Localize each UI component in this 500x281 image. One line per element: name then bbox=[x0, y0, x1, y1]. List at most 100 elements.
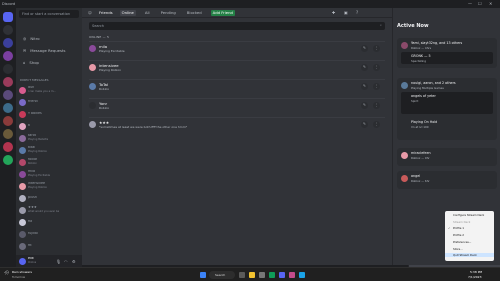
maximize-button[interactable]: ☐ bbox=[478, 1, 482, 6]
menu-item[interactable]: Configure Stream Deck bbox=[453, 213, 484, 217]
menu-item[interactable]: Store... bbox=[453, 247, 463, 251]
dm-item[interactable]: tidal Playing Roblox bbox=[19, 144, 79, 156]
dm-item[interactable]: fujikai bbox=[19, 228, 79, 240]
browser-icon[interactable] bbox=[269, 272, 275, 278]
friend-name: ToTal bbox=[99, 81, 109, 87]
message-icon[interactable]: ✎ bbox=[361, 102, 368, 109]
dm-item[interactable]: ti bbox=[19, 120, 79, 132]
dm-item[interactable]: duh i can make you a m... bbox=[19, 84, 79, 96]
server-icon[interactable] bbox=[3, 155, 13, 165]
message-icon[interactable]: ✎ bbox=[361, 45, 368, 52]
menu-item[interactable]: Stream Deck bbox=[453, 220, 470, 224]
avatar bbox=[19, 194, 26, 202]
server-icon[interactable] bbox=[3, 77, 13, 87]
dm-name: fujikai bbox=[28, 232, 38, 236]
app-icon[interactable] bbox=[299, 272, 305, 278]
dm-item[interactable]: intensivee Playing Roblox bbox=[19, 180, 79, 192]
home-icon[interactable] bbox=[3, 12, 13, 22]
more-options-icon[interactable]: ⋮ bbox=[373, 83, 380, 90]
avatar bbox=[89, 45, 96, 52]
friend-status: *sometimes at least we were both ffff th… bbox=[99, 124, 188, 129]
nav-nitro[interactable]: ◎ Nitro bbox=[19, 33, 79, 42]
activity-card[interactable]: Yami, slayt32ng, and 13 others Roblox — 4… bbox=[397, 38, 497, 68]
server-icon[interactable] bbox=[3, 116, 13, 126]
more-options-icon[interactable]: ⋮ bbox=[373, 121, 380, 128]
activity-card[interactable]: noulgi, aaron, and 2 others Playing Multi… bbox=[397, 78, 497, 140]
menu-item[interactable]: Quit Stream Deck bbox=[445, 253, 494, 258]
server-icon[interactable] bbox=[3, 64, 13, 74]
minimize-button[interactable]: — bbox=[468, 1, 472, 6]
activity-subtitle: Roblox — 9hr bbox=[411, 156, 430, 160]
taskbar-search[interactable]: Search bbox=[209, 271, 235, 279]
dm-item[interactable]: tarot Playing Bellette bbox=[19, 132, 79, 144]
friend-row[interactable]: mila Playing Excitable ✎ ⋮ bbox=[89, 41, 385, 55]
settings-gear-icon[interactable]: ⚙ bbox=[72, 259, 76, 264]
server-icon[interactable] bbox=[3, 38, 13, 48]
dm-item[interactable]: ftt bbox=[19, 240, 79, 252]
inbox-icon[interactable]: ▣ bbox=[344, 10, 348, 15]
more-options-icon[interactable]: ⋮ bbox=[373, 102, 380, 109]
avatar bbox=[401, 82, 408, 89]
close-button[interactable]: ✕ bbox=[489, 1, 492, 6]
activity-extra-sub: Im at lvl 100 bbox=[411, 125, 429, 129]
menu-item[interactable]: Preferences... bbox=[453, 240, 471, 244]
dm-search-input[interactable]: Find or start a conversation bbox=[19, 10, 79, 18]
message-icon[interactable]: ✎ bbox=[361, 83, 368, 90]
friend-row[interactable]: intensivee Playing Roblox ✎ ⋮ bbox=[89, 60, 385, 74]
add-friend-button[interactable]: Add Friend bbox=[210, 9, 235, 16]
app-icon[interactable] bbox=[289, 272, 295, 278]
start-icon[interactable] bbox=[200, 272, 206, 278]
server-icon[interactable] bbox=[3, 90, 13, 100]
microphone-icon[interactable]: 🎙 bbox=[56, 259, 61, 264]
more-options-icon[interactable]: ⋮ bbox=[373, 64, 380, 71]
online-count: ONLINE — 5 bbox=[89, 35, 110, 39]
file-explorer-icon[interactable] bbox=[249, 272, 255, 278]
dm-subtitle: Playing Bellette bbox=[28, 138, 49, 141]
more-options-icon[interactable]: ⋮ bbox=[373, 45, 380, 52]
new-group-dm-icon[interactable]: ✚ bbox=[332, 10, 335, 15]
nav-label: Message Requests bbox=[30, 47, 66, 53]
nav-shop[interactable]: ⌂ Shop bbox=[19, 57, 79, 66]
server-icon[interactable] bbox=[3, 25, 13, 35]
message-icon[interactable]: ✎ bbox=[361, 64, 368, 71]
dm-item[interactable]: plush bbox=[19, 192, 79, 204]
tab-pending[interactable]: Pending bbox=[159, 10, 178, 16]
dm-item[interactable]: mila Playing Excitable bbox=[19, 168, 79, 180]
dm-subtitle: what would you ever be bbox=[28, 210, 60, 213]
nav-message-requests[interactable]: ✉ Message Requests bbox=[19, 45, 79, 54]
discord-icon[interactable] bbox=[279, 272, 285, 278]
server-icon[interactable] bbox=[3, 103, 13, 113]
friends-search-input[interactable]: Search ⌕ bbox=[89, 22, 385, 30]
avatar[interactable] bbox=[19, 257, 26, 265]
friend-row[interactable]: Yonr Roblox ✎ ⋮ bbox=[89, 98, 385, 112]
shop-icon: ⌂ bbox=[23, 59, 26, 65]
tab-blocked[interactable]: Blocked bbox=[185, 10, 204, 16]
headphones-icon[interactable]: ◠ bbox=[64, 259, 68, 264]
message-icon[interactable]: ✎ bbox=[361, 121, 368, 128]
dm-item[interactable]: ★★★ what would you ever be bbox=[19, 204, 79, 216]
dm-item[interactable]: Y bbikes bbox=[19, 108, 79, 120]
server-icon[interactable] bbox=[3, 129, 13, 139]
dm-item[interactable]: friend bbox=[19, 96, 79, 108]
task-view-icon[interactable] bbox=[239, 272, 245, 278]
tab-online[interactable]: Online bbox=[119, 9, 136, 16]
nitro-icon: ◎ bbox=[23, 35, 27, 41]
server-icon[interactable] bbox=[3, 142, 13, 152]
friend-row[interactable]: ★★★ *sometimes at least we were both ffff… bbox=[89, 117, 385, 131]
server-rail bbox=[0, 8, 16, 265]
dm-item[interactable]: foxiar Roblox bbox=[19, 156, 79, 168]
activity-card[interactable]: miraclefeen Roblox — 9hr bbox=[397, 148, 497, 166]
dm-item[interactable]: fia bbox=[19, 216, 79, 228]
menu-item[interactable]: Profile 1 bbox=[453, 226, 464, 230]
activity-card[interactable]: angel Roblox — 6hr bbox=[397, 171, 497, 189]
activity-subtitle: Roblox — 6hr bbox=[411, 179, 430, 183]
avatar bbox=[19, 218, 26, 226]
help-icon[interactable]: ? bbox=[356, 10, 358, 15]
friends-icon: ☺ bbox=[88, 10, 92, 15]
server-icon[interactable] bbox=[3, 51, 13, 61]
friend-row[interactable]: ToTal Roblox ✎ ⋮ bbox=[89, 79, 385, 93]
menu-item[interactable]: Profile 2 bbox=[453, 233, 464, 237]
app-icon[interactable] bbox=[259, 272, 265, 278]
dm-subtitle: Roblox bbox=[28, 162, 37, 165]
tab-all[interactable]: All bbox=[143, 10, 152, 16]
